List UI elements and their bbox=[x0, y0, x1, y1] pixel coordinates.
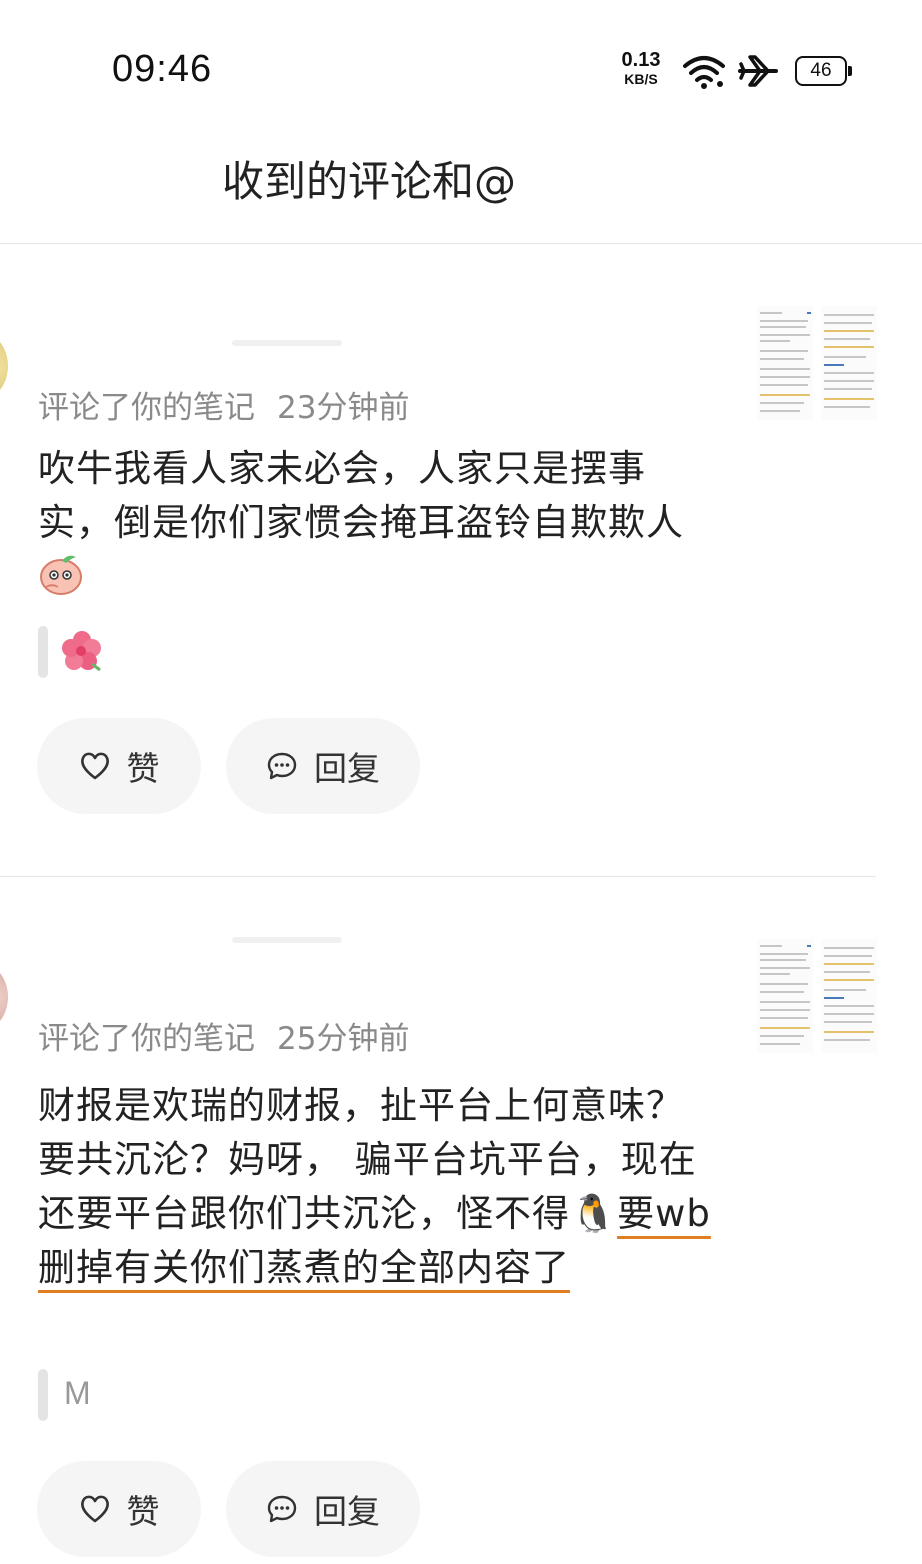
quote-bar bbox=[38, 1369, 48, 1421]
comment-bubble-icon bbox=[267, 752, 297, 780]
battery-icon: 46 bbox=[795, 56, 852, 86]
username-blurred bbox=[232, 937, 342, 943]
flower-emoji bbox=[62, 631, 101, 672]
network-speed: 0.13 KB/S bbox=[616, 50, 666, 88]
status-bar: 09:46 0.13 KB/S 46 bbox=[0, 0, 922, 140]
page-title: 收到的评论和@ bbox=[222, 157, 517, 206]
like-label: 赞 bbox=[126, 1492, 160, 1531]
wifi-icon bbox=[683, 56, 725, 89]
comment-action: 评论了你的笔记 bbox=[38, 1021, 255, 1057]
like-label: 赞 bbox=[126, 749, 160, 788]
username-blurred bbox=[232, 340, 342, 346]
peach-thinking-emoji bbox=[40, 555, 82, 595]
heart-icon bbox=[80, 752, 109, 780]
status-time: 09:46 bbox=[112, 48, 213, 90]
network-speed-unit: KB/S bbox=[624, 71, 658, 87]
quote-text: M bbox=[64, 1375, 91, 1411]
comment-meta: 评论了你的笔记 23分钟前 bbox=[38, 382, 409, 427]
comment-text: 吹牛我看人家未必会，人家只是摆事实，倒是你们家惯会掩耳盗铃自欺欺人 bbox=[38, 442, 718, 604]
comment-item[interactable]: 评论了你的笔记 25分钟前 财报是欢瑞的财报，扯平台上何意味？要共沉沦？妈呀， 骗… bbox=[0, 877, 922, 1564]
comment-text: 财报是欢瑞的财报，扯平台上何意味？要共沉沦？妈呀， 骗平台坑平台，现在还要平台跟… bbox=[38, 1079, 718, 1295]
reply-label: 回复 bbox=[314, 1492, 380, 1531]
comment-time: 23分钟前 bbox=[277, 390, 410, 426]
reply-button[interactable]: 回复 bbox=[226, 1461, 420, 1557]
comment-text-body: 吹牛我看人家未必会，人家只是摆事实，倒是你们家惯会掩耳盗铃自欺欺人 bbox=[38, 447, 684, 544]
comment-bubble-icon bbox=[267, 1495, 297, 1523]
note-thumbnail[interactable] bbox=[757, 306, 877, 420]
comment-meta: 评论了你的笔记 25分钟前 bbox=[38, 1013, 409, 1058]
reply-label: 回复 bbox=[314, 749, 380, 788]
network-speed-value: 0.13 bbox=[621, 49, 661, 71]
comment-action: 评论了你的笔记 bbox=[38, 390, 255, 426]
comment-item[interactable]: 评论了你的笔记 23分钟前 吹牛我看人家未必会，人家只是摆事实，倒是你们家惯会掩耳… bbox=[0, 244, 922, 876]
heart-icon bbox=[80, 1495, 109, 1523]
like-button[interactable]: 赞 bbox=[37, 718, 201, 814]
airplane-icon bbox=[738, 55, 778, 87]
quote-bar bbox=[38, 626, 48, 678]
note-thumbnail[interactable] bbox=[757, 939, 877, 1053]
like-button[interactable]: 赞 bbox=[37, 1461, 201, 1557]
avatar[interactable] bbox=[0, 965, 8, 1029]
comment-time: 25分钟前 bbox=[277, 1021, 410, 1057]
penguin-emoji: 🐧 bbox=[570, 1192, 618, 1235]
avatar[interactable] bbox=[0, 334, 8, 398]
quoted-note[interactable]: M bbox=[38, 1369, 678, 1421]
reply-button[interactable]: 回复 bbox=[226, 718, 420, 814]
quoted-note[interactable] bbox=[38, 626, 678, 678]
